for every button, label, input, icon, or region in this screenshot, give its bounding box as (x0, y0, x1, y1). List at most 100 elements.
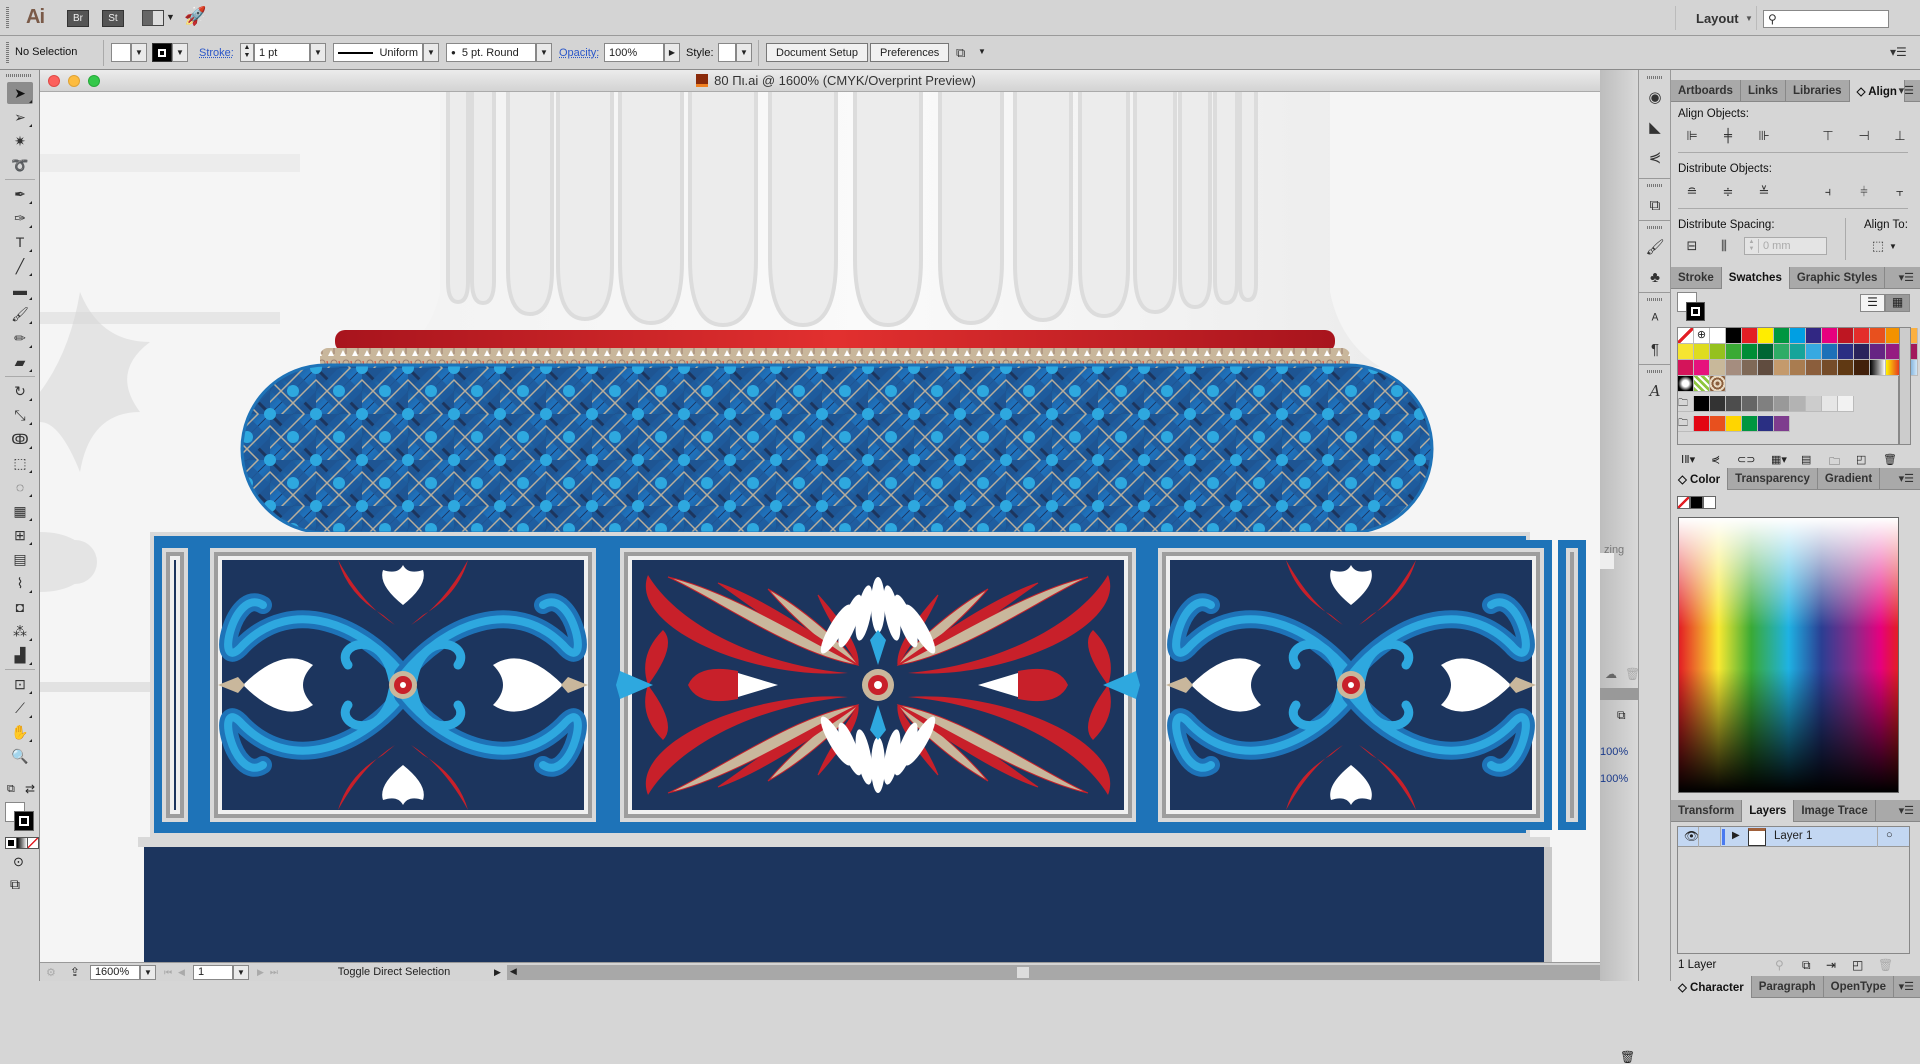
new-layer-icon[interactable]: ◰ (1852, 958, 1863, 972)
swatch-libraries-icon[interactable]: ⅠⅡ▾ (1681, 453, 1695, 466)
line-tool[interactable]: ╱ (7, 255, 33, 277)
align-right-icon[interactable]: ⊪ (1755, 128, 1773, 144)
tab-layers[interactable]: Layers (1742, 800, 1795, 822)
symbols-icon[interactable]: ⋞ (1644, 146, 1666, 168)
tab-transparency[interactable]: Transparency (1728, 468, 1818, 490)
align-bottom-icon[interactable]: ⊥ (1891, 128, 1909, 144)
color-group-folder-icon[interactable]: 🗀 (1678, 396, 1694, 412)
scroll-left-icon[interactable]: ◀ (510, 966, 517, 977)
align-top-icon[interactable]: ⊤ (1819, 128, 1837, 144)
zoom-tool[interactable]: 🔍 (7, 745, 33, 767)
swatch[interactable] (1742, 344, 1758, 360)
stroke-weight-value[interactable]: 1 pt (259, 47, 277, 59)
pen-tool[interactable]: ✒ (7, 183, 33, 205)
swatch[interactable] (1694, 360, 1710, 376)
swatch[interactable] (1694, 396, 1710, 412)
color-group-icon[interactable]: ⊂⊃ (1737, 453, 1755, 466)
gradient-tool[interactable]: ▤ (7, 548, 33, 570)
appearance-icon[interactable]: ◉ (1644, 86, 1666, 108)
swatch[interactable] (1710, 416, 1726, 432)
isolate-selection-icon[interactable]: ⧉ (956, 45, 965, 61)
new-color-group-icon[interactable]: ▤ (1801, 453, 1811, 466)
swatch[interactable] (1742, 396, 1758, 412)
swatch[interactable] (1790, 360, 1806, 376)
selection-tool[interactable]: ➤ (7, 82, 33, 104)
cloud-sync-icon[interactable]: ⚙ (46, 966, 56, 979)
draw-mode-icon[interactable]: ⊙ (13, 854, 24, 870)
swatch[interactable] (1678, 344, 1694, 360)
stock-button[interactable]: St (102, 10, 124, 27)
dock-grip[interactable] (1647, 370, 1663, 373)
swatch[interactable] (1710, 328, 1726, 344)
artboard-tool[interactable]: ⊡ (7, 673, 33, 695)
swatch[interactable] (1758, 416, 1774, 432)
artboard-dropdown[interactable]: ▼ (232, 964, 249, 980)
stroke-dropdown[interactable]: ▼ (172, 43, 188, 62)
tab-opentype[interactable]: OpenType (1824, 976, 1895, 998)
none-color-chip[interactable] (1677, 496, 1690, 509)
panel-menu-icon[interactable]: ▾☰ (1899, 271, 1914, 284)
dock-grip[interactable] (1647, 76, 1663, 79)
tab-stroke[interactable]: Stroke (1671, 267, 1722, 289)
stroke-weight-dropdown[interactable]: ▼ (310, 43, 326, 62)
grid-view-button[interactable]: ▦ (1885, 294, 1910, 312)
swatch[interactable] (1822, 344, 1838, 360)
swatch[interactable] (1774, 416, 1790, 432)
registration-swatch[interactable]: ⊕ (1694, 328, 1710, 344)
swatch[interactable] (1758, 328, 1774, 344)
none-mode-icon[interactable] (27, 837, 39, 849)
horizontal-scrollbar[interactable]: ◀ ▶ (506, 964, 1632, 980)
tab-artboards[interactable]: Artboards (1671, 80, 1741, 102)
screen-mode-icon[interactable]: ⧉ (10, 876, 20, 893)
fill-swatch[interactable] (111, 43, 131, 62)
horizontal-distribute-space-icon[interactable]: ⫼ (1715, 238, 1733, 254)
swatch[interactable] (1726, 328, 1742, 344)
hand-tool[interactable]: ✋ (7, 721, 33, 743)
distribute-right-icon[interactable]: ⫟ (1891, 184, 1909, 200)
share-icon[interactable]: ⇪ (70, 965, 80, 979)
brush-definition[interactable]: ● 5 pt. Round (446, 43, 536, 62)
swatch[interactable] (1790, 396, 1806, 412)
column-graph-tool[interactable]: ▟ (7, 644, 33, 666)
stroke-weight-stepper[interactable]: ▲ ▼ (240, 43, 254, 62)
close-window-button[interactable] (48, 75, 60, 87)
swatch[interactable] (1870, 328, 1886, 344)
distribute-bottom-icon[interactable]: ≚ (1755, 184, 1773, 200)
mesh-tool[interactable]: ⊞ (7, 524, 33, 546)
swatch[interactable] (1838, 344, 1854, 360)
graphic-style-swatch[interactable] (718, 43, 736, 62)
tab-align[interactable]: ◇ Align (1849, 80, 1905, 102)
preferences-button[interactable]: Preferences (870, 43, 950, 62)
swatch[interactable] (1758, 360, 1774, 376)
pattern-swatch[interactable] (1710, 376, 1726, 392)
swatch[interactable] (1822, 396, 1838, 412)
swatch-scrollbar[interactable] (1899, 327, 1911, 445)
zoom-value[interactable]: 1600% (95, 966, 129, 978)
creative-cloud-icon[interactable]: ☁ (1605, 667, 1617, 681)
dock-grip[interactable] (1647, 298, 1663, 301)
lasso-tool[interactable]: ➰ (7, 154, 33, 176)
swatch[interactable] (1726, 396, 1742, 412)
swatch[interactable] (1838, 328, 1854, 344)
swatch[interactable] (1710, 360, 1726, 376)
panel-menu-icon[interactable]: ▾☰ (1899, 980, 1914, 993)
swatch[interactable] (1790, 344, 1806, 360)
swatch[interactable] (1870, 344, 1886, 360)
shape-builder-tool[interactable]: ◌ (7, 476, 33, 498)
pathfinder-icon[interactable]: ⧉ (1644, 194, 1666, 216)
swatch[interactable] (1726, 416, 1742, 432)
layer-row[interactable]: 👁 ▶ Layer 1 ○ (1678, 827, 1909, 847)
swatch[interactable] (1806, 396, 1822, 412)
pattern-swatch[interactable] (1694, 376, 1710, 392)
distribute-top-icon[interactable]: ≘ (1683, 184, 1701, 200)
gpu-performance-icon[interactable]: 🚀 (184, 6, 206, 27)
grip-handle[interactable] (6, 42, 9, 64)
chevron-down-icon[interactable]: ▼ (1889, 242, 1897, 251)
delete-layer-icon[interactable]: 🗑 (1878, 958, 1893, 972)
type-tool[interactable]: T (7, 231, 33, 253)
next-artboard-icon[interactable]: ▶ (257, 967, 264, 978)
white-color-chip[interactable] (1703, 496, 1716, 509)
zoom-dropdown[interactable]: ▼ (139, 964, 156, 980)
locate-object-icon[interactable]: ⚲ (1775, 958, 1784, 972)
tab-gradient[interactable]: Gradient (1818, 468, 1881, 490)
